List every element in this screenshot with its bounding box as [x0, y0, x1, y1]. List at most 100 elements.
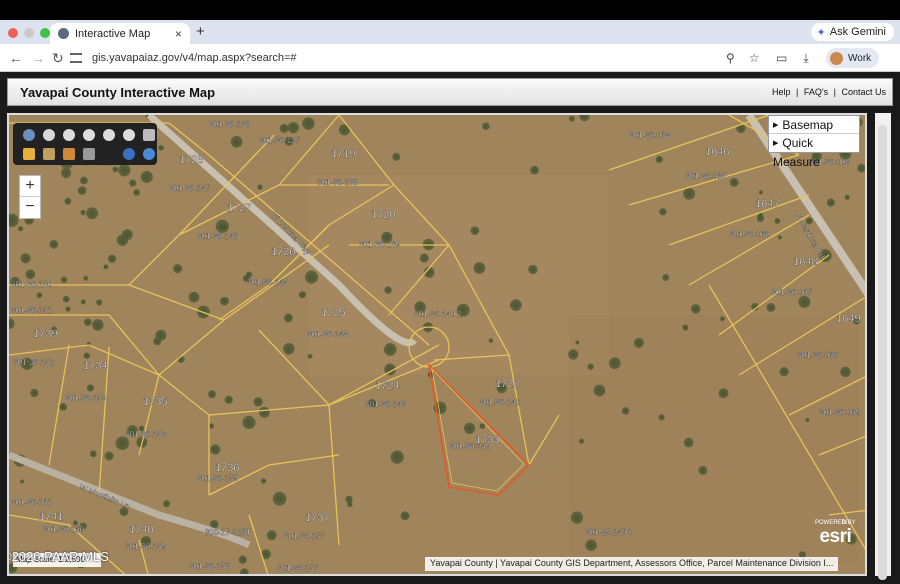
bush — [683, 437, 694, 448]
zoom-control: + − — [19, 175, 41, 219]
bush — [683, 187, 696, 200]
parcel-label: 301-36-157 — [277, 564, 318, 573]
parcel-label: 301-36-147 — [169, 184, 210, 193]
bush — [258, 406, 270, 418]
download-icon[interactable]: ⤓ — [803, 51, 808, 66]
parcel-label: 301-36-140 1 — [414, 310, 462, 319]
parcel-label: 301-36-161 — [11, 498, 52, 507]
close-tab-icon[interactable]: × — [175, 27, 182, 41]
bush — [86, 384, 95, 392]
bush — [729, 177, 739, 187]
help-link[interactable]: Help — [772, 87, 791, 97]
bush — [659, 208, 667, 216]
bush — [307, 353, 313, 359]
bush — [158, 144, 164, 151]
bush — [658, 414, 665, 421]
parcel-label: 1739 — [33, 328, 57, 340]
bush — [568, 115, 575, 122]
help-tool-icon[interactable] — [123, 148, 135, 160]
bush — [272, 491, 287, 506]
reload-icon[interactable]: ↻ — [52, 50, 64, 67]
map-view[interactable]: 301-36-136 301-36-137 1728 1719 301-36-138 30… — [7, 113, 867, 576]
measure-ruler-icon[interactable] — [43, 148, 55, 160]
bookmark-star-icon[interactable]: ☆ — [749, 51, 760, 65]
parcel-label: 1719 — [331, 148, 355, 160]
bush — [479, 423, 486, 429]
bush — [104, 451, 114, 461]
close-window-button[interactable] — [8, 28, 18, 38]
info-tool-icon[interactable] — [143, 148, 155, 160]
triangle-right-icon: ▶ — [773, 122, 779, 129]
forward-icon[interactable]: → — [31, 50, 45, 66]
ask-gemini-button[interactable]: ✦ Ask Gemini — [810, 23, 894, 41]
zoom-icon[interactable]: ⚲ — [726, 51, 735, 65]
header-links: Help | FAQ's | Contact Us — [771, 87, 886, 97]
gemini-sparkle-icon: ✦ — [816, 26, 826, 39]
bush — [682, 324, 689, 331]
bush — [83, 275, 89, 281]
basemap-menu-item[interactable]: ▶ Basemap — [769, 116, 859, 134]
bush — [283, 313, 293, 323]
scrollbar-thumb[interactable] — [878, 125, 887, 580]
quick-measure-menu-item[interactable]: ▶ Quick Measure — [769, 134, 859, 169]
parcel-label: 301-36-136 — [209, 120, 250, 129]
profile-button[interactable]: Work — [826, 48, 880, 68]
parcel-label: 301-36-155 — [197, 474, 238, 483]
browser-tab[interactable]: Interactive Map × — [50, 23, 190, 44]
draw-icon[interactable] — [63, 148, 75, 160]
bush — [774, 218, 781, 224]
bush — [798, 295, 811, 308]
bush — [826, 198, 836, 207]
parcel-label: 301-36-066 — [729, 230, 770, 239]
zoom-next-icon[interactable] — [123, 129, 135, 141]
tab-strip: Interactive Map × + ✦ Ask Gemini — [0, 20, 900, 44]
erase-icon[interactable] — [83, 148, 95, 160]
parcel-label: 301-36-159 — [125, 542, 166, 551]
esri-logo: POWERED BY esri — [815, 520, 856, 548]
bush — [210, 444, 221, 455]
faq-link[interactable]: FAQ's — [804, 87, 828, 97]
new-tab-icon[interactable]: + — [196, 23, 205, 40]
parcel-label: 301-36-146 — [197, 232, 238, 241]
contact-us-link[interactable]: Contact Us — [841, 87, 886, 97]
parcel-label: 301-36-138 — [317, 178, 358, 187]
parcel-label: 301-36-144 — [307, 330, 348, 339]
bush — [77, 186, 87, 195]
bush — [65, 306, 71, 312]
page: Yavapai County Interactive Map Help | FA… — [0, 72, 900, 584]
zoom-in-tool-icon[interactable] — [63, 129, 75, 141]
bush — [473, 262, 486, 274]
zoom-in-button[interactable]: + — [20, 176, 40, 197]
back-icon[interactable]: ← — [9, 50, 23, 66]
bush — [107, 254, 117, 263]
bush — [287, 122, 299, 134]
pan-hand-icon[interactable] — [43, 129, 55, 141]
site-settings-icon[interactable] — [70, 53, 82, 63]
bush — [857, 163, 865, 173]
url-field[interactable]: gis.yavapaiaz.gov/v4/map.aspx?search=# — [70, 48, 770, 68]
bush — [720, 316, 725, 322]
identify-pencil-icon[interactable] — [23, 148, 35, 160]
zoom-out-button[interactable]: − — [20, 197, 40, 218]
copyright-watermark: ©2026 PAAR MLS — [7, 549, 109, 564]
bush — [163, 500, 170, 508]
parcel-label: 1733 — [475, 434, 499, 446]
maximize-window-button[interactable] — [40, 28, 50, 38]
parcel-label: 301-36-141 — [479, 398, 520, 407]
zoom-previous-icon[interactable] — [103, 129, 115, 141]
minimize-window-button[interactable] — [24, 28, 34, 38]
bush — [59, 403, 67, 411]
zoom-out-tool-icon[interactable] — [83, 129, 95, 141]
map-attribution: Yavapai County | Yavapai County GIS Depa… — [425, 557, 839, 571]
screen-cast-icon[interactable]: ▭ — [776, 51, 787, 66]
page-scrollbar[interactable] — [875, 113, 891, 580]
bush — [220, 296, 229, 306]
bush — [655, 155, 663, 163]
bush — [510, 299, 522, 312]
address-bar: ← → ↻ gis.yavapaiaz.gov/v4/map.aspx?sear… — [0, 44, 900, 72]
globe-icon[interactable] — [23, 129, 35, 141]
parcel-label: 1646 — [705, 146, 729, 158]
map-canvas[interactable]: 301-36-136 301-36-137 1728 1719 301-36-138 30… — [9, 115, 867, 576]
print-icon[interactable] — [143, 129, 155, 141]
parcel-label: 1737 — [305, 512, 329, 524]
